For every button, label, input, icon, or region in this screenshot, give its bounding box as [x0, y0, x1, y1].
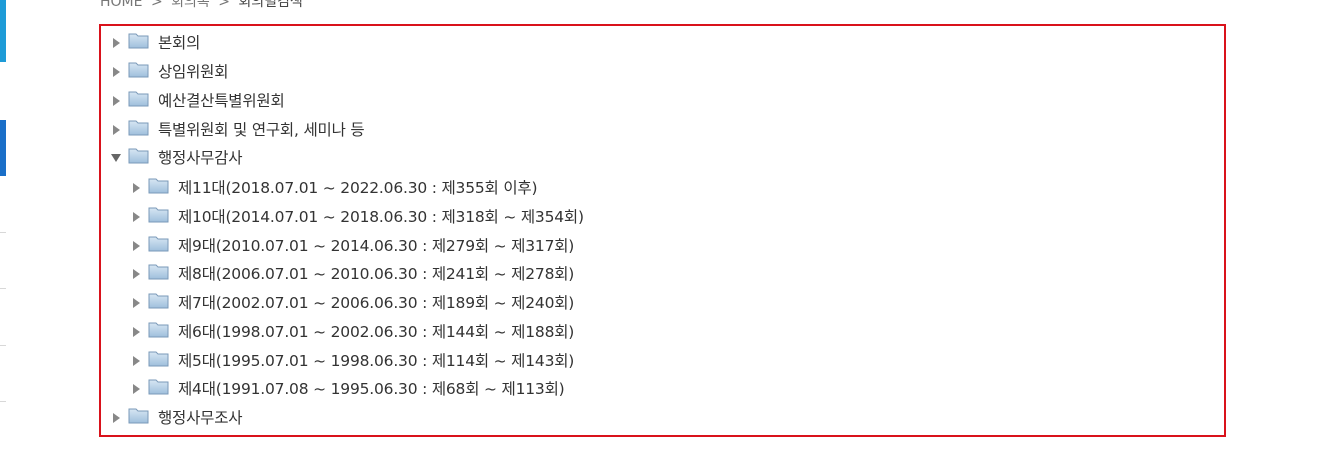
expand-arrow-icon[interactable] [111, 412, 121, 424]
expand-arrow-icon[interactable] [111, 37, 121, 49]
folder-icon [148, 322, 169, 337]
folder-icon [148, 293, 169, 308]
meeting-tree: 본회의 상임위원회 예산결산특별위원회 특별위원회 및 연구회, 세미나 등 행… [99, 24, 1226, 437]
expand-arrow-icon[interactable] [131, 211, 141, 223]
tree-node-plenary[interactable]: 본회의 [111, 31, 200, 55]
tree-node-standing-committee[interactable]: 상임위원회 [111, 60, 229, 84]
tree-node-term-9[interactable]: 제9대(2010.07.01 ~ 2014.06.30 : 제279회 ~ 제3… [131, 234, 574, 258]
expand-arrow-icon[interactable] [111, 95, 121, 107]
tree-node-label: 예산결산특별위원회 [158, 92, 285, 110]
expand-arrow-icon[interactable] [131, 182, 141, 194]
folder-icon [128, 62, 149, 77]
folder-icon [128, 148, 149, 163]
side-divider [0, 288, 6, 289]
expand-arrow-icon[interactable] [131, 240, 141, 252]
tree-node-label: 제8대(2006.07.01 ~ 2010.06.30 : 제241회 ~ 제2… [178, 265, 575, 283]
breadcrumb-current: 회의별검색 [238, 0, 303, 10]
folder-icon [148, 379, 169, 394]
expand-arrow-icon[interactable] [111, 66, 121, 78]
tree-node-label: 특별위원회 및 연구회, 세미나 등 [158, 121, 365, 139]
tree-node-special-committee[interactable]: 특별위원회 및 연구회, 세미나 등 [111, 118, 365, 142]
tree-node-term-8[interactable]: 제8대(2006.07.01 ~ 2010.06.30 : 제241회 ~ 제2… [131, 262, 574, 286]
side-divider [0, 232, 6, 233]
tree-node-budget-committee[interactable]: 예산결산특별위원회 [111, 89, 285, 113]
collapse-arrow-icon[interactable] [111, 152, 121, 164]
tree-node-label: 제9대(2010.07.01 ~ 2014.06.30 : 제279회 ~ 제3… [178, 237, 575, 255]
folder-icon [128, 91, 149, 106]
folder-icon [148, 351, 169, 366]
breadcrumb-separator: > [218, 0, 230, 10]
tree-node-term-5[interactable]: 제5대(1995.07.01 ~ 1998.06.30 : 제114회 ~ 제1… [131, 349, 574, 373]
tree-node-term-4[interactable]: 제4대(1991.07.08 ~ 1995.06.30 : 제68회 ~ 제11… [131, 377, 565, 401]
folder-icon [128, 120, 149, 135]
breadcrumb-minutes[interactable]: 회의록 [171, 0, 210, 10]
breadcrumb-home[interactable]: HOME [100, 0, 142, 10]
tree-node-label: 제7대(2002.07.01 ~ 2006.06.30 : 제189회 ~ 제2… [178, 294, 575, 312]
tree-node-label: 제6대(1998.07.01 ~ 2002.06.30 : 제144회 ~ 제1… [178, 323, 575, 341]
expand-arrow-icon[interactable] [131, 297, 141, 309]
tree-node-label: 제4대(1991.07.08 ~ 1995.06.30 : 제68회 ~ 제11… [178, 380, 565, 398]
tree-node-label: 행정사무감사 [158, 149, 243, 167]
folder-icon [148, 178, 169, 193]
tree-node-label: 제11대(2018.07.01 ~ 2022.06.30 : 제355회 이후) [178, 179, 538, 197]
tree-node-label: 제5대(1995.07.01 ~ 1998.06.30 : 제114회 ~ 제1… [178, 352, 575, 370]
tree-node-label: 제10대(2014.07.01 ~ 2018.06.30 : 제318회 ~ 제… [178, 208, 584, 226]
side-accent-bar-active [0, 120, 6, 176]
expand-arrow-icon[interactable] [111, 124, 121, 136]
expand-arrow-icon[interactable] [131, 268, 141, 280]
tree-node-administrative-audit[interactable]: 행정사무감사 [111, 146, 243, 170]
tree-node-label: 상임위원회 [158, 63, 229, 81]
expand-arrow-icon[interactable] [131, 383, 141, 395]
tree-node-term-6[interactable]: 제6대(1998.07.01 ~ 2002.06.30 : 제144회 ~ 제1… [131, 320, 574, 344]
side-divider [0, 401, 6, 402]
expand-arrow-icon[interactable] [131, 355, 141, 367]
folder-icon [128, 408, 149, 423]
tree-node-term-11[interactable]: 제11대(2018.07.01 ~ 2022.06.30 : 제355회 이후) [131, 176, 538, 200]
folder-icon [148, 236, 169, 251]
side-accent-bar-top [0, 0, 6, 62]
folder-icon [148, 207, 169, 222]
tree-node-administrative-investigation[interactable]: 행정사무조사 [111, 406, 243, 430]
breadcrumb: HOME > 회의록 > 회의별검색 [100, 0, 307, 11]
folder-icon [128, 33, 149, 48]
expand-arrow-icon[interactable] [131, 326, 141, 338]
side-divider [0, 345, 6, 346]
breadcrumb-separator: > [150, 0, 163, 10]
tree-node-term-10[interactable]: 제10대(2014.07.01 ~ 2018.06.30 : 제318회 ~ 제… [131, 205, 584, 229]
tree-node-label: 행정사무조사 [158, 409, 243, 427]
tree-node-label: 본회의 [158, 34, 201, 52]
folder-icon [148, 264, 169, 279]
tree-node-term-7[interactable]: 제7대(2002.07.01 ~ 2006.06.30 : 제189회 ~ 제2… [131, 291, 574, 315]
